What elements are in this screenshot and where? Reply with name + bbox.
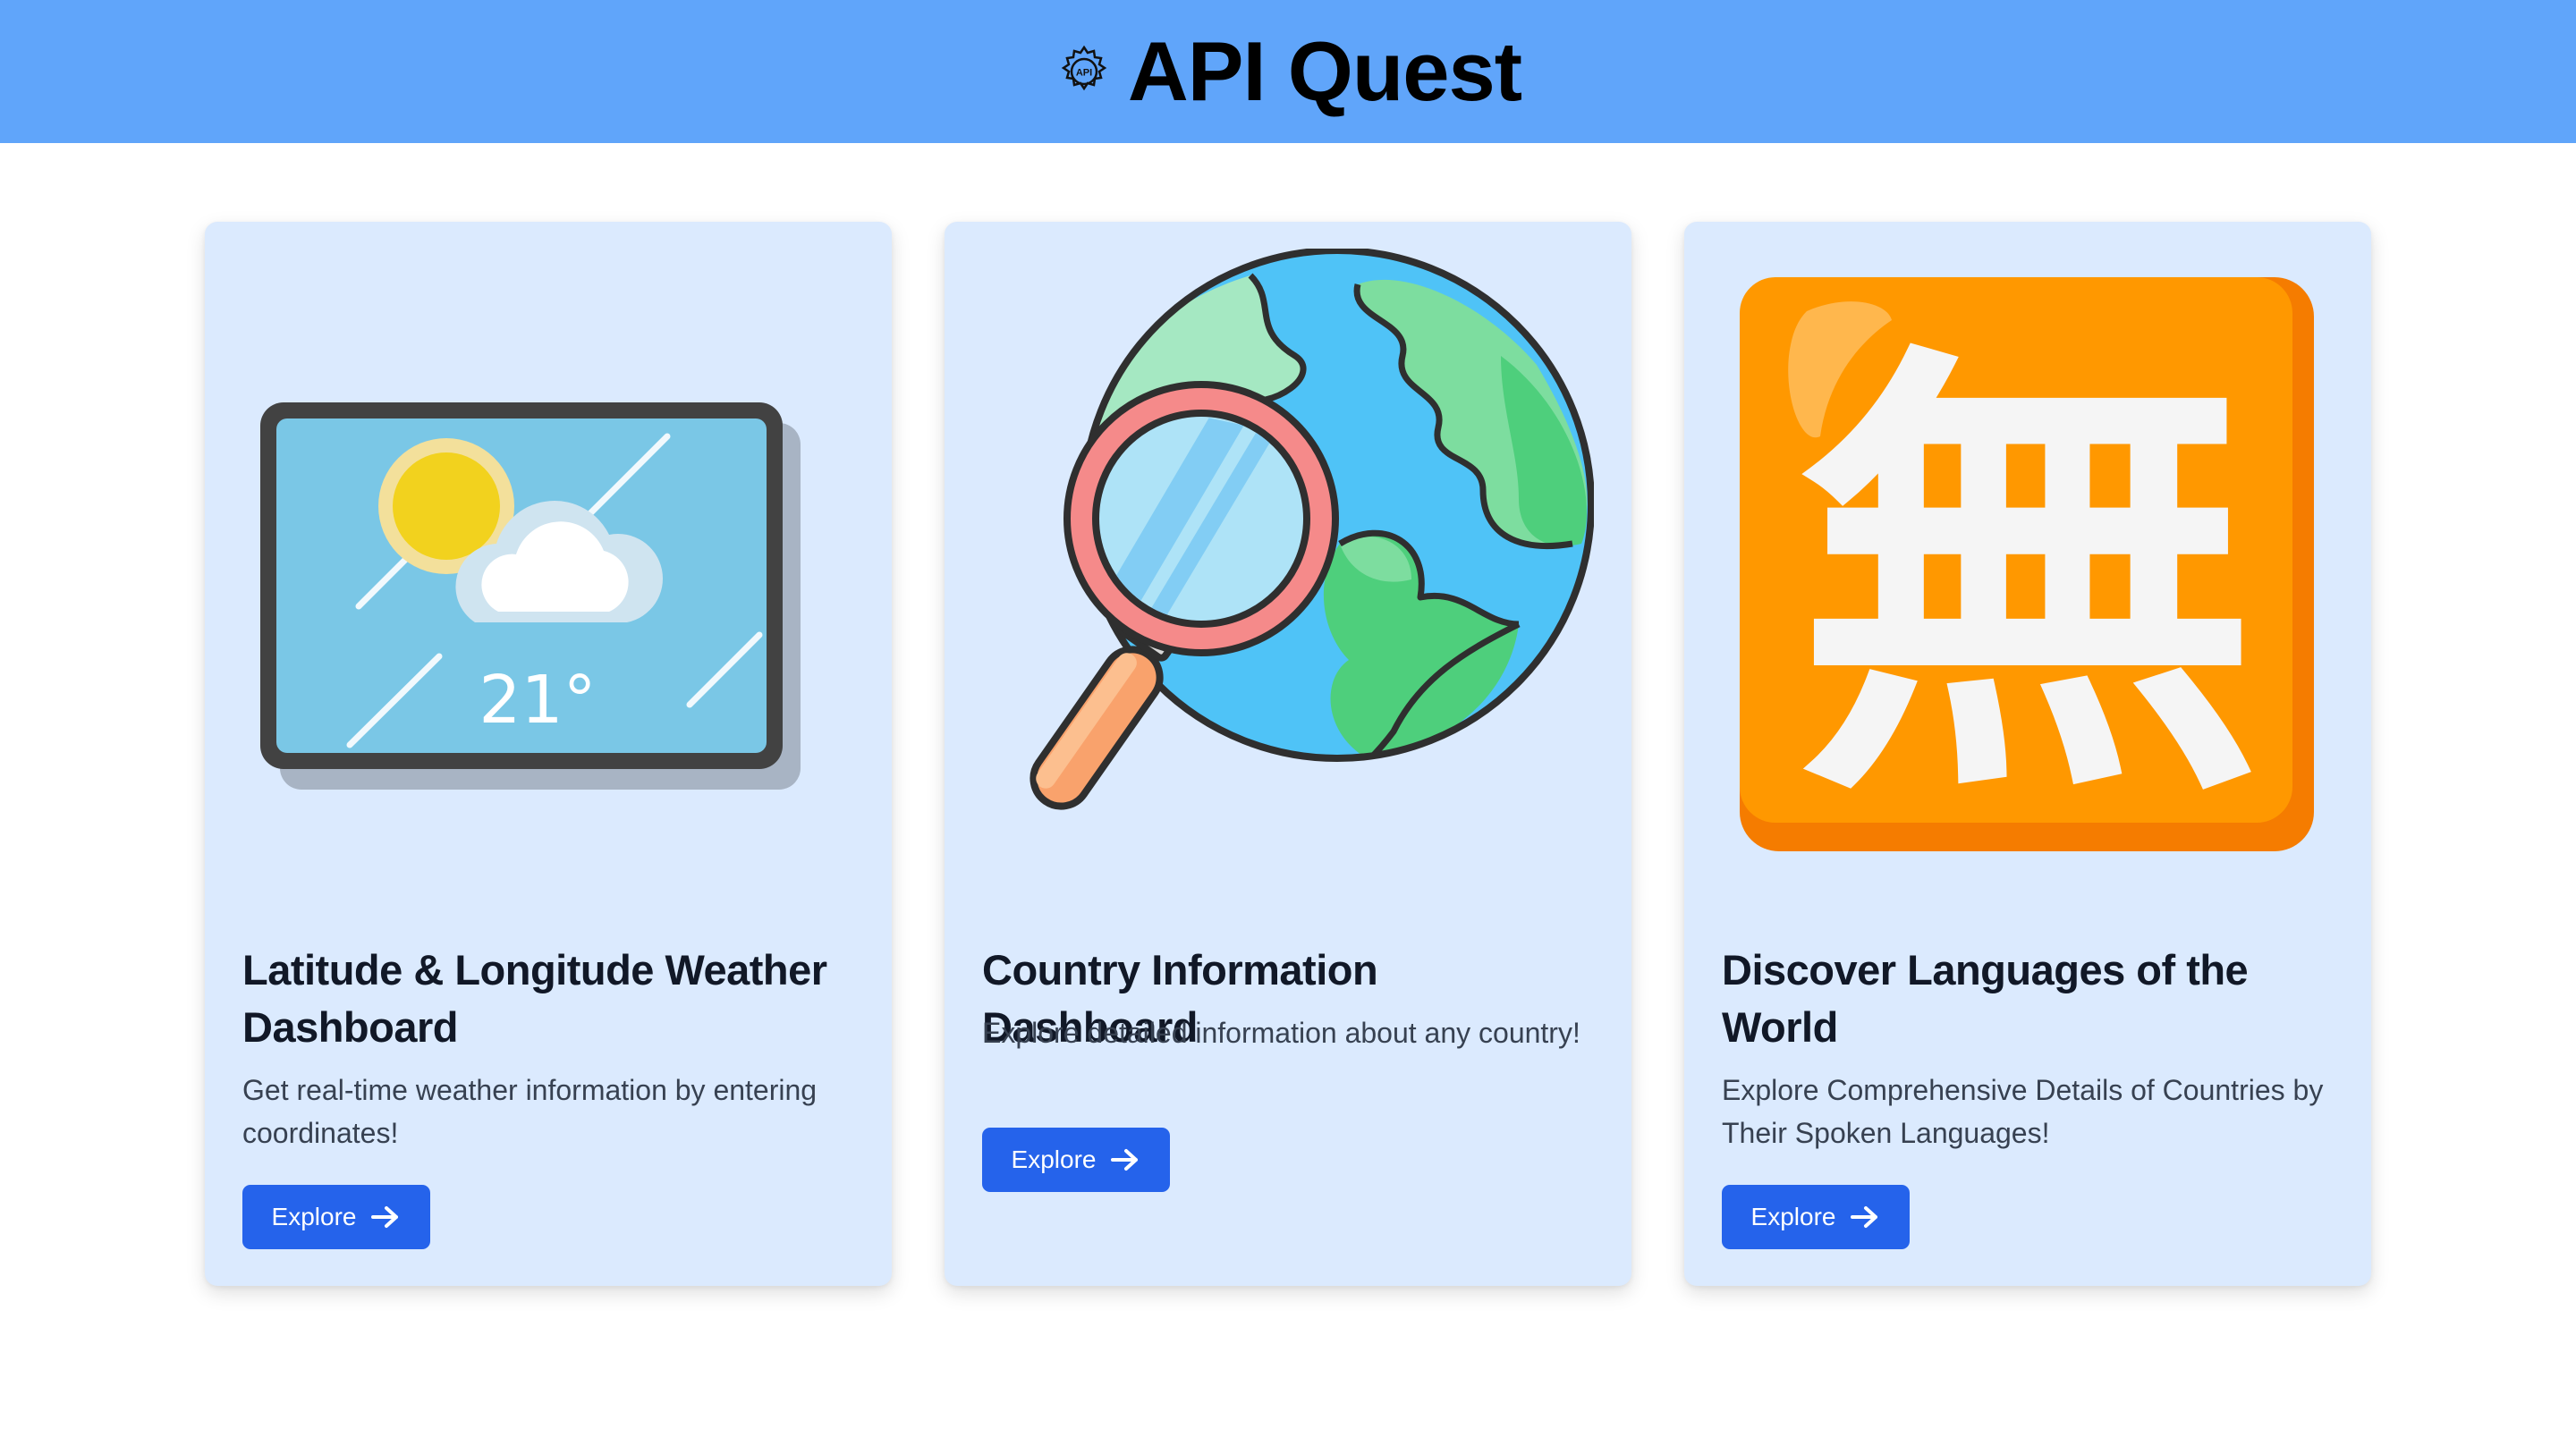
globe-magnifier-icon	[982, 249, 1594, 875]
card-description: Get real-time weather information by ent…	[242, 1074, 818, 1149]
svg-text:API: API	[1076, 68, 1092, 79]
kanji-mu-icon: 無	[1722, 249, 2334, 875]
explore-button-weather[interactable]: Explore	[242, 1185, 430, 1249]
explore-label: Explore	[271, 1203, 357, 1230]
card-description: Explore Comprehensive Details of Countri…	[1722, 1074, 2324, 1149]
brand[interactable]: API API Quest	[1055, 23, 1522, 120]
app-title: API Quest	[1127, 24, 1522, 118]
arrow-right-icon	[371, 1206, 399, 1228]
explore-button-country[interactable]: Explore	[982, 1128, 1170, 1192]
arrow-right-icon	[1851, 1206, 1878, 1228]
app-header: API API Quest	[0, 0, 2576, 143]
card-country-dashboard: Country Information Dashboard Explore de…	[945, 222, 1631, 1286]
card-description: Explore detailed information about any c…	[982, 1017, 1580, 1049]
explore-label: Explore	[1011, 1145, 1097, 1173]
explore-label: Explore	[1750, 1203, 1836, 1230]
card-languages-dashboard: 無 Discover Languages of the World Explor…	[1684, 222, 2371, 1286]
card-weather-dashboard: 21° Latitude & Longitude Weather Dashboa…	[205, 222, 892, 1286]
gear-api-icon: API	[1061, 45, 1107, 91]
explore-button-languages[interactable]: Explore	[1722, 1185, 1910, 1249]
arrow-right-icon	[1111, 1149, 1139, 1171]
svg-text:21°: 21°	[479, 662, 596, 739]
svg-text:無: 無	[1795, 310, 2260, 852]
weather-tablet-icon: 21°	[242, 249, 854, 875]
card-title: Latitude & Longitude Weather Dashboard	[242, 946, 827, 1051]
card-title: Discover Languages of the World	[1722, 946, 2249, 1051]
